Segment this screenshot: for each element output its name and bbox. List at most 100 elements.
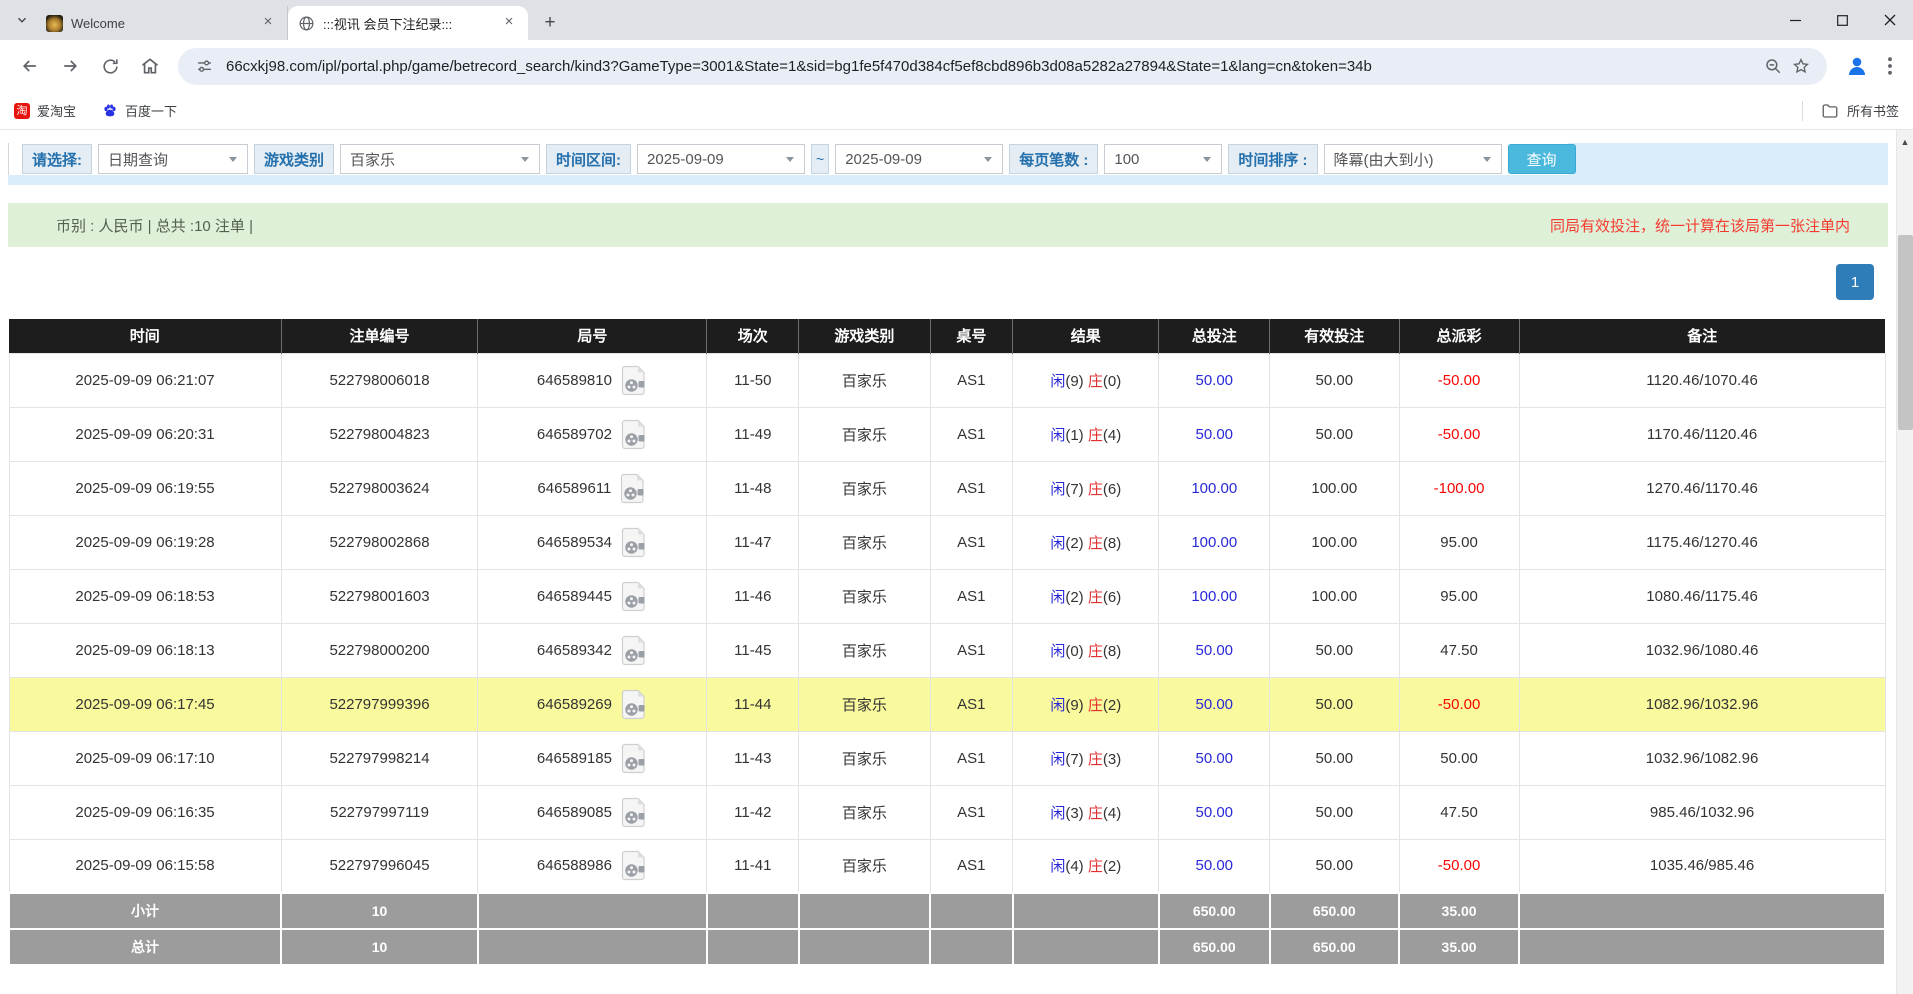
video-record-icon[interactable] bbox=[621, 527, 648, 558]
video-record-icon[interactable] bbox=[621, 365, 648, 396]
page-1-button[interactable]: 1 bbox=[1836, 264, 1874, 300]
video-record-icon[interactable] bbox=[620, 473, 647, 504]
grand-total-label: 总计 bbox=[9, 929, 281, 965]
home-button[interactable] bbox=[133, 49, 167, 83]
close-tab-icon[interactable]: × bbox=[500, 14, 518, 32]
per-page-dropdown[interactable]: 100 bbox=[1104, 144, 1222, 174]
cell-round-no: 646589702 bbox=[478, 407, 707, 461]
all-bookmarks-button[interactable]: 所有书签 bbox=[1802, 101, 1899, 121]
address-bar[interactable]: 66cxkj98.com/ipl/portal.php/game/betreco… bbox=[178, 48, 1827, 85]
player-label: 闲 bbox=[1050, 373, 1065, 390]
cell-game-type: 百家乐 bbox=[799, 461, 930, 515]
banker-label: 庄 bbox=[1088, 643, 1103, 660]
video-record-icon[interactable] bbox=[621, 581, 648, 612]
tab-bet-records[interactable]: :::视讯 会员下注纪录::: × bbox=[288, 6, 528, 40]
cell-total-bet[interactable]: 50.00 bbox=[1159, 731, 1270, 785]
forward-button[interactable] bbox=[53, 49, 87, 83]
player-label: 闲 bbox=[1050, 858, 1065, 875]
cell-bet-no: 522797999396 bbox=[281, 677, 478, 731]
browser-menu-kebab-icon[interactable] bbox=[1877, 50, 1903, 82]
bookmark-star-icon[interactable] bbox=[1787, 52, 1815, 80]
cell-remark: 1082.96/1032.96 bbox=[1519, 677, 1885, 731]
filter-bar: 请选择: 日期查询 游戏类别 百家乐 时间区间: 2025-09-09 ~ 20… bbox=[8, 143, 1888, 185]
cell-session: 11-42 bbox=[707, 785, 799, 839]
cell-game-type: 百家乐 bbox=[799, 677, 930, 731]
cell-round-no: 646589810 bbox=[478, 353, 707, 407]
scrollbar-thumb[interactable] bbox=[1898, 235, 1913, 430]
reload-button[interactable] bbox=[93, 49, 127, 83]
date-to-value: 2025-09-09 bbox=[845, 151, 922, 168]
close-tab-icon[interactable]: × bbox=[259, 14, 277, 32]
player-label: 闲 bbox=[1050, 589, 1065, 606]
query-type-value: 日期查询 bbox=[108, 149, 168, 170]
cell-bet-no: 522797998214 bbox=[281, 731, 478, 785]
minimize-icon[interactable] bbox=[1772, 0, 1819, 40]
round-number: 646589702 bbox=[537, 426, 612, 443]
maximize-icon[interactable] bbox=[1819, 0, 1866, 40]
vertical-scrollbar[interactable]: ▲ bbox=[1896, 130, 1913, 994]
cell-payout: -50.00 bbox=[1399, 353, 1519, 407]
divider bbox=[1802, 101, 1803, 121]
time-sort-dropdown[interactable]: 降冪(由大到小) bbox=[1324, 144, 1502, 174]
cell-total-bet[interactable]: 100.00 bbox=[1159, 461, 1270, 515]
video-record-icon[interactable] bbox=[621, 635, 648, 666]
bookmark-baidu[interactable]: 百度一下 bbox=[102, 101, 177, 120]
cell-round-no: 646589185 bbox=[478, 731, 707, 785]
zoom-indicator-icon[interactable] bbox=[1759, 52, 1787, 80]
summary-info-bar: 币别 : 人民币 | 总共 :10 注单 | 同局有效投注，统一计算在该局第一张… bbox=[8, 203, 1888, 247]
query-type-dropdown[interactable]: 日期查询 bbox=[98, 144, 248, 174]
cell-valid-bet: 50.00 bbox=[1270, 839, 1399, 893]
video-record-icon[interactable] bbox=[621, 797, 648, 828]
tab-search-button[interactable] bbox=[8, 6, 36, 34]
table-row: 2025-09-09 06:19:55522798003624646589611… bbox=[9, 461, 1885, 515]
subtotal-payout: 35.00 bbox=[1399, 893, 1519, 929]
bookmark-label: 爱淘宝 bbox=[37, 101, 76, 120]
window-controls bbox=[1772, 0, 1913, 40]
cell-total-bet[interactable]: 50.00 bbox=[1159, 407, 1270, 461]
bookmark-label: 百度一下 bbox=[125, 101, 177, 120]
cell-session: 11-41 bbox=[707, 839, 799, 893]
scroll-up-arrow-icon[interactable]: ▲ bbox=[1897, 130, 1913, 152]
cell-total-bet[interactable]: 50.00 bbox=[1159, 623, 1270, 677]
browser-toolbar: 66cxkj98.com/ipl/portal.php/game/betreco… bbox=[0, 40, 1913, 92]
page-content: 请选择: 日期查询 游戏类别 百家乐 时间区间: 2025-09-09 ~ 20… bbox=[0, 143, 1896, 994]
cell-valid-bet: 50.00 bbox=[1270, 623, 1399, 677]
cell-total-bet[interactable]: 100.00 bbox=[1159, 515, 1270, 569]
profile-avatar-icon[interactable] bbox=[1841, 50, 1873, 82]
back-button[interactable] bbox=[13, 49, 47, 83]
cell-total-bet[interactable]: 100.00 bbox=[1159, 569, 1270, 623]
cell-table-no: AS1 bbox=[930, 731, 1013, 785]
welcome-favicon bbox=[46, 15, 63, 32]
col-time: 时间 bbox=[9, 319, 281, 353]
cell-time: 2025-09-09 06:16:35 bbox=[9, 785, 281, 839]
cell-total-bet[interactable]: 50.00 bbox=[1159, 785, 1270, 839]
cell-session: 11-50 bbox=[707, 353, 799, 407]
player-score: (7) bbox=[1065, 481, 1088, 498]
date-from-dropdown[interactable]: 2025-09-09 bbox=[637, 144, 805, 174]
new-tab-button[interactable]: + bbox=[536, 9, 564, 37]
cell-table-no: AS1 bbox=[930, 623, 1013, 677]
globe-icon bbox=[298, 15, 315, 32]
cell-payout: -50.00 bbox=[1399, 839, 1519, 893]
cell-session: 11-47 bbox=[707, 515, 799, 569]
video-record-icon[interactable] bbox=[621, 689, 648, 720]
date-to-dropdown[interactable]: 2025-09-09 bbox=[835, 144, 1003, 174]
col-bet-no: 注单编号 bbox=[281, 319, 478, 353]
tab-welcome[interactable]: Welcome × bbox=[36, 6, 288, 40]
cell-total-bet[interactable]: 50.00 bbox=[1159, 839, 1270, 893]
game-type-dropdown[interactable]: 百家乐 bbox=[340, 144, 540, 174]
grand-total-round bbox=[478, 929, 707, 965]
site-settings-tune-icon[interactable] bbox=[190, 52, 218, 80]
table-row: 2025-09-09 06:18:53522798001603646589445… bbox=[9, 569, 1885, 623]
close-window-icon[interactable] bbox=[1866, 0, 1913, 40]
video-record-icon[interactable] bbox=[621, 743, 648, 774]
cell-total-bet[interactable]: 50.00 bbox=[1159, 353, 1270, 407]
video-record-icon[interactable] bbox=[621, 850, 648, 881]
search-button[interactable]: 查询 bbox=[1508, 144, 1576, 174]
subtotal-row: 小计10650.00650.0035.00 bbox=[9, 893, 1885, 929]
video-record-icon[interactable] bbox=[621, 419, 648, 450]
cell-total-bet[interactable]: 50.00 bbox=[1159, 677, 1270, 731]
table-row: 2025-09-09 06:21:07522798006018646589810… bbox=[9, 353, 1885, 407]
bookmark-aitaobao[interactable]: 淘 爱淘宝 bbox=[14, 101, 76, 120]
url-text[interactable]: 66cxkj98.com/ipl/portal.php/game/betreco… bbox=[226, 58, 1749, 75]
